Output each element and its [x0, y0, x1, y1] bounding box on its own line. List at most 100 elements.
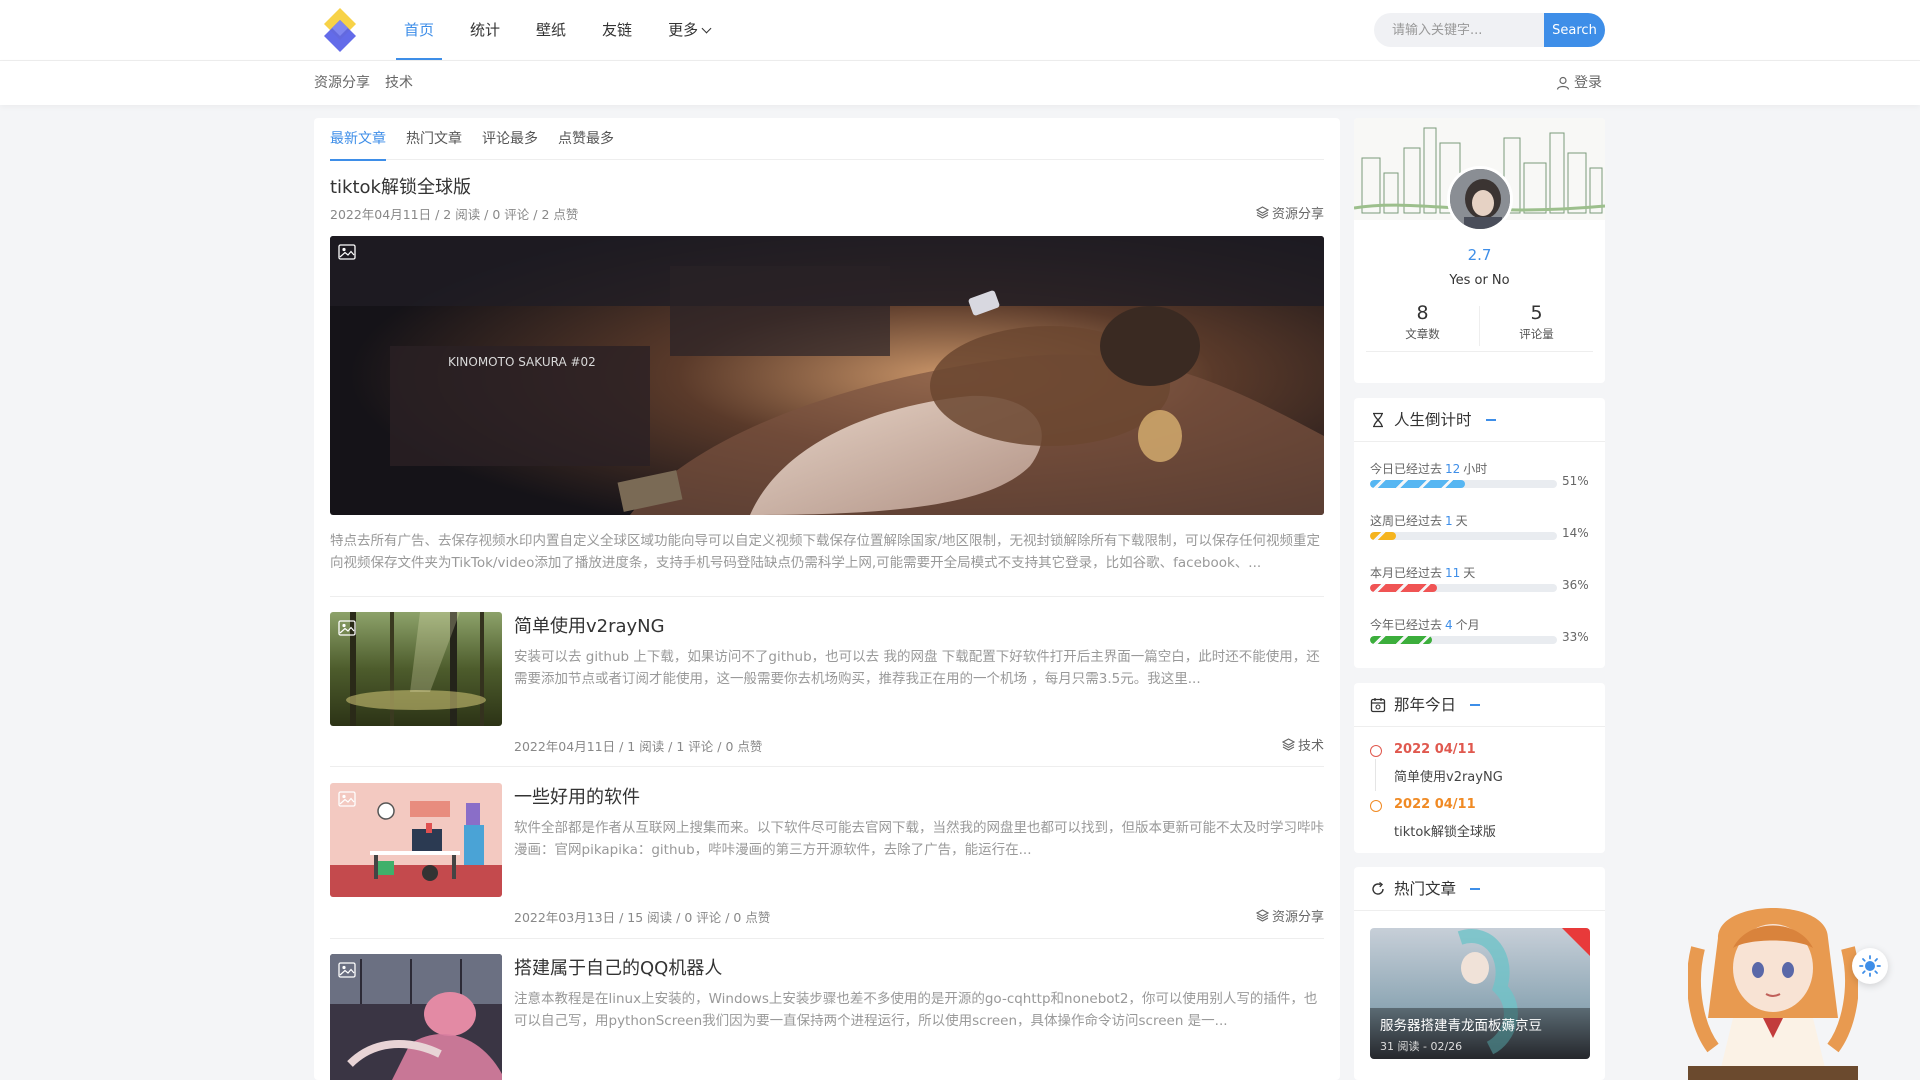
- tab-most-comments[interactable]: 评论最多: [482, 118, 538, 160]
- nav-item-links[interactable]: 友链: [588, 0, 646, 60]
- search-input[interactable]: [1374, 13, 1544, 47]
- timeline-line: [1375, 759, 1376, 791]
- profile-version: 2.7: [1467, 246, 1492, 264]
- card-title: 热门文章: [1394, 879, 1457, 898]
- avatar[interactable]: [1447, 166, 1513, 232]
- divider: [330, 938, 1324, 939]
- post-meta: 2022年04月11日 / 2 阅读 / 0 评论 / 2 点赞: [330, 207, 579, 222]
- progress-fill: [1370, 636, 1432, 644]
- image-icon: [338, 962, 356, 978]
- countdown-unit: 个月: [1455, 618, 1480, 632]
- user-icon: [1556, 76, 1570, 90]
- profile-stats: 8 文章数 5 评论量: [1366, 302, 1593, 352]
- stat-value: 8: [1416, 302, 1429, 324]
- post-title[interactable]: 一些好用的软件: [514, 783, 640, 809]
- countdown-year: 今年已经过去 4 个月 33%: [1370, 616, 1590, 644]
- post-meta: 2022年03月13日 / 15 阅读 / 0 评论 / 0 点赞: [514, 910, 771, 925]
- timeline-date: 2022 04/11: [1394, 742, 1476, 757]
- countdown-unit: 天: [1455, 514, 1468, 528]
- top-navbar: 首页 统计 壁纸 友链 更多 Search: [0, 0, 1920, 61]
- avatar-illustration: [1450, 169, 1510, 229]
- theme-toggle-button[interactable]: [1852, 948, 1888, 984]
- calendar-icon: [1370, 697, 1386, 712]
- cover-caption: KINOMOTO SAKURA #02: [448, 355, 596, 369]
- search-button[interactable]: Search: [1544, 13, 1605, 47]
- refresh-icon: [1372, 881, 1384, 895]
- countdown-unit: 天: [1463, 566, 1476, 580]
- post-category[interactable]: 资源分享: [1255, 203, 1324, 222]
- timeline-dot: [1370, 800, 1382, 812]
- sun-icon: [1859, 955, 1881, 977]
- countdown-prefix: 这周已经过去: [1370, 514, 1443, 528]
- post-title[interactable]: 搭建属于自己的QQ机器人: [514, 954, 722, 980]
- countdown-prefix: 今日已经过去: [1370, 462, 1443, 476]
- countdown-label: 本月已经过去 11 天: [1370, 564, 1590, 581]
- post-cover-image[interactable]: KINOMOTO SAKURA #02: [330, 236, 1324, 515]
- login-link[interactable]: 登录: [1556, 61, 1602, 105]
- category-link-resources[interactable]: 资源分享: [314, 61, 370, 105]
- divider: [330, 766, 1324, 767]
- nav-label: 统计: [470, 21, 501, 39]
- nav-label: 友链: [602, 21, 633, 39]
- post-title[interactable]: 简单使用v2rayNG: [514, 612, 665, 638]
- anime-room-illustration: KINOMOTO SAKURA #02: [330, 236, 1324, 515]
- nav-item-wallpaper[interactable]: 壁纸: [522, 0, 580, 60]
- hourglass-icon: [1373, 412, 1383, 427]
- progress-track: [1370, 532, 1557, 540]
- stat-comments[interactable]: 5 评论量: [1480, 302, 1593, 342]
- tab-latest[interactable]: 最新文章: [330, 118, 386, 161]
- category-link-tech[interactable]: 技术: [385, 61, 413, 105]
- progress-track: [1370, 480, 1557, 488]
- nav-item-home[interactable]: 首页: [390, 0, 448, 60]
- timeline-date: 2022 04/11: [1394, 797, 1476, 812]
- tab-most-likes[interactable]: 点赞最多: [558, 118, 614, 160]
- tab-hot[interactable]: 热门文章: [406, 118, 462, 160]
- title-accent: [1485, 418, 1496, 421]
- countdown-label: 今日已经过去 12 小时: [1370, 460, 1590, 477]
- hot-posts-card: 热门文章 服务器搭建青龙面板薅京豆 31 阅读 - 02/26: [1354, 867, 1605, 1080]
- progress-track: [1370, 636, 1557, 644]
- card-header: 热门文章: [1354, 867, 1605, 911]
- nav-item-stats[interactable]: 统计: [456, 0, 514, 60]
- post-meta: 2022年04月11日 / 1 阅读 / 1 评论 / 0 点赞: [514, 739, 763, 754]
- live2d-mascot[interactable]: [1688, 898, 1858, 1080]
- stat-posts[interactable]: 8 文章数: [1366, 302, 1479, 342]
- countdown-number: 11: [1445, 566, 1461, 580]
- timeline-title: 简单使用v2rayNG: [1394, 770, 1503, 785]
- hot-post-card[interactable]: 服务器搭建青龙面板薅京豆 31 阅读 - 02/26: [1370, 928, 1590, 1059]
- progress-fill: [1370, 480, 1466, 488]
- post-excerpt: 特点去所有广告、去保存视频水印内置自定义全球区域功能向导可以自定义视频下载保存位…: [330, 533, 1321, 571]
- site-logo[interactable]: [320, 6, 360, 54]
- post-title[interactable]: tiktok解锁全球版: [330, 173, 471, 199]
- article-tabs: 最新文章 热门文章 评论最多 点赞最多: [330, 118, 1324, 161]
- progress-fill: [1370, 584, 1438, 592]
- countdown-prefix: 本月已经过去: [1370, 566, 1443, 580]
- post-thumbnail[interactable]: [330, 612, 502, 726]
- nav-label: 壁纸: [536, 21, 567, 39]
- title-accent: [1470, 887, 1481, 890]
- profile-card: 2.7 Yes or No 8 文章数 5 评论量: [1354, 118, 1605, 383]
- stat-label: 文章数: [1405, 327, 1440, 341]
- timeline-title: tiktok解锁全球版: [1394, 825, 1496, 840]
- post-category[interactable]: 技术: [1281, 735, 1324, 754]
- sub-navbar: 资源分享 技术 登录: [0, 61, 1920, 105]
- post-category[interactable]: 资源分享: [1255, 906, 1324, 925]
- post-thumbnail[interactable]: [330, 954, 502, 1080]
- countdown-number: 1: [1445, 514, 1453, 528]
- stat-value: 5: [1530, 302, 1543, 324]
- card-title: 人生倒计时: [1394, 410, 1472, 429]
- category-nav: 资源分享 技术: [314, 61, 413, 105]
- layers-icon: [1255, 206, 1269, 219]
- nav-item-more[interactable]: 更多: [654, 0, 724, 60]
- divider: [330, 596, 1324, 597]
- countdown-unit: 小时: [1463, 462, 1488, 476]
- post-thumbnail[interactable]: [330, 783, 502, 897]
- post-excerpt: 注意本教程是在linux上安装的，Windows上安装步骤也差不多使用的是开源的…: [514, 991, 1318, 1029]
- progress-percent: 51%: [1562, 474, 1589, 488]
- card-header: 那年今日: [1354, 683, 1605, 727]
- chevron-down-icon: [701, 23, 712, 34]
- image-icon: [338, 791, 356, 807]
- post-category-label: 资源分享: [1271, 207, 1324, 222]
- countdown-number: 12: [1445, 462, 1461, 476]
- on-this-day-card: 那年今日 2022 04/11 简单使用v2rayNG 2022 04/11 t…: [1354, 683, 1605, 853]
